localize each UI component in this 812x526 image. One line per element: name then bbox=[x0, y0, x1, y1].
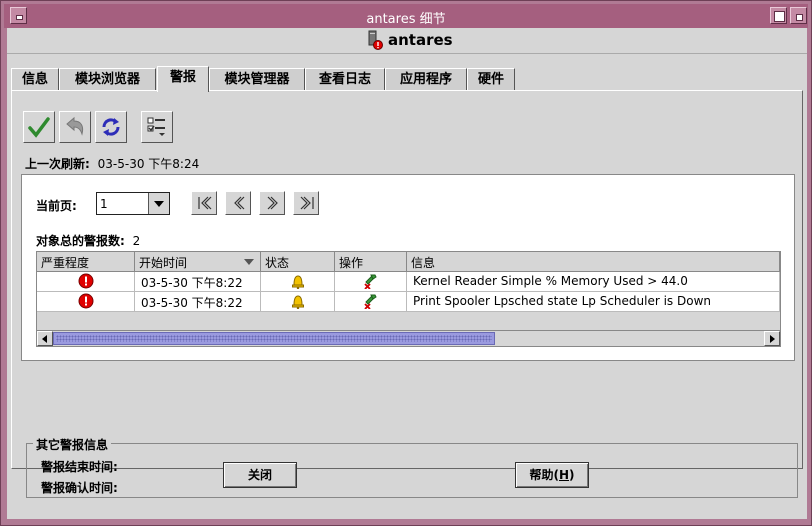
chevron-down-icon[interactable] bbox=[148, 193, 169, 214]
column-severity[interactable]: 严重程度 bbox=[37, 252, 135, 272]
table-header: 严重程度 开始时间 状态 操作 信息 bbox=[37, 252, 780, 272]
current-page-select[interactable]: 1 bbox=[96, 192, 170, 215]
start-time-cell: 03-5-30 下午8:22 bbox=[135, 272, 261, 292]
last-refresh-value: 03-5-30 下午8:24 bbox=[97, 157, 200, 171]
help-mnemonic: H bbox=[558, 468, 570, 482]
acknowledge-button[interactable] bbox=[23, 111, 55, 143]
column-start-time[interactable]: 开始时间 bbox=[135, 252, 261, 272]
window-title: antares 细节 bbox=[366, 12, 446, 27]
critical-alarm-icon bbox=[78, 293, 93, 309]
column-settings-icon bbox=[147, 117, 165, 136]
state-cell bbox=[261, 272, 335, 292]
critical-alarm-icon bbox=[78, 273, 93, 289]
last-page-button[interactable] bbox=[293, 191, 319, 215]
host-alarm-icon bbox=[368, 30, 383, 50]
start-time-cell: 03-5-30 下午8:22 bbox=[135, 292, 261, 312]
tab-info[interactable]: 信息 bbox=[11, 68, 59, 91]
column-action[interactable]: 操作 bbox=[335, 252, 407, 272]
column-settings-button[interactable] bbox=[141, 111, 173, 143]
severity-cell bbox=[37, 292, 135, 312]
undo-button[interactable] bbox=[59, 111, 91, 143]
close-button[interactable]: 关闭 bbox=[223, 462, 297, 488]
sort-descending-icon bbox=[244, 259, 254, 265]
title-bar[interactable]: antares 细节 bbox=[4, 4, 808, 28]
other-alarm-info-title: 其它警报信息 bbox=[33, 436, 112, 453]
help-button-label: 帮助( bbox=[529, 468, 559, 482]
first-page-icon bbox=[198, 196, 212, 210]
scroll-thumb[interactable] bbox=[53, 332, 495, 345]
action-cell bbox=[335, 272, 407, 292]
message-cell: Kernel Reader Simple % Memory Used > 44.… bbox=[407, 272, 780, 292]
tool-action-icon bbox=[363, 294, 377, 310]
alarm-end-time-label: 警报结束时间: bbox=[41, 460, 118, 474]
column-message[interactable]: 信息 bbox=[407, 252, 780, 272]
column-start-time-label: 开始时间 bbox=[139, 256, 188, 270]
application-window: antares 细节 antares 信息 模块浏览器 警报 模块管理器 查看日… bbox=[0, 0, 812, 526]
previous-page-button[interactable] bbox=[225, 191, 251, 215]
bell-icon bbox=[291, 275, 304, 290]
host-name: antares bbox=[388, 31, 453, 49]
tab-module-browser[interactable]: 模块浏览器 bbox=[59, 68, 156, 91]
window-content: antares 信息 模块浏览器 警报 模块管理器 查看日志 应用程序 硬件 上… bbox=[7, 28, 807, 519]
horizontal-scrollbar[interactable] bbox=[37, 330, 780, 346]
scroll-left-button[interactable] bbox=[37, 331, 53, 346]
help-button[interactable]: 帮助(H) bbox=[515, 462, 589, 488]
table-row[interactable]: 03-5-30 下午8:22 bbox=[37, 272, 780, 292]
alarm-count: 对象总的警报数: 2 bbox=[36, 232, 140, 249]
next-page-button[interactable] bbox=[259, 191, 285, 215]
tab-applications[interactable]: 应用程序 bbox=[385, 68, 467, 91]
undo-arrow-icon bbox=[66, 116, 84, 136]
tab-module-manager[interactable]: 模块管理器 bbox=[209, 68, 305, 91]
state-cell bbox=[261, 292, 335, 312]
tab-alarms[interactable]: 警报 bbox=[157, 66, 209, 92]
action-cell bbox=[335, 292, 407, 312]
last-page-icon bbox=[300, 196, 314, 210]
help-button-suffix: ) bbox=[569, 468, 575, 482]
tool-action-icon bbox=[363, 274, 377, 290]
table-row[interactable]: 03-5-30 下午8:22 bbox=[37, 292, 780, 312]
host-header: antares bbox=[7, 28, 807, 54]
refresh-icon bbox=[102, 118, 120, 136]
previous-page-icon bbox=[234, 196, 245, 210]
close-window-button[interactable] bbox=[790, 7, 807, 24]
alarms-box: 当前页: 1 对象总的警报数: 2 严重程度 开始时间 状态 操作 信息 03-… bbox=[21, 174, 795, 361]
alarms-panel: 上一次刷新: 03-5-30 下午8:24 当前页: 1 对象总的警报数: 2 … bbox=[11, 90, 803, 498]
other-alarm-info: 其它警报信息 警报结束时间: 警报确认时间: bbox=[26, 436, 798, 498]
next-page-icon bbox=[267, 196, 278, 210]
checkmark-icon bbox=[28, 117, 50, 138]
alarm-count-value: 2 bbox=[132, 234, 141, 248]
last-refresh: 上一次刷新: 03-5-30 下午8:24 bbox=[25, 155, 199, 172]
alarms-table: 严重程度 开始时间 状态 操作 信息 03-5-30 下午8:22 Kernel… bbox=[36, 251, 781, 347]
current-page-value: 1 bbox=[100, 197, 108, 211]
maximize-button[interactable] bbox=[770, 7, 787, 24]
last-refresh-label: 上一次刷新: bbox=[25, 157, 90, 171]
first-page-button[interactable] bbox=[191, 191, 217, 215]
column-state[interactable]: 状态 bbox=[261, 252, 335, 272]
tab-view-log[interactable]: 查看日志 bbox=[305, 68, 385, 91]
bell-icon bbox=[291, 295, 304, 310]
message-cell: Print Spooler Lpsched state Lp Scheduler… bbox=[407, 292, 780, 312]
alarm-count-label: 对象总的警报数: bbox=[36, 234, 125, 248]
severity-cell bbox=[37, 272, 135, 292]
scroll-right-button[interactable] bbox=[764, 331, 780, 346]
refresh-button[interactable] bbox=[95, 111, 127, 143]
current-page-label: 当前页: bbox=[36, 199, 77, 213]
alarm-ack-time-label: 警报确认时间: bbox=[41, 481, 118, 495]
tab-hardware[interactable]: 硬件 bbox=[467, 68, 515, 91]
